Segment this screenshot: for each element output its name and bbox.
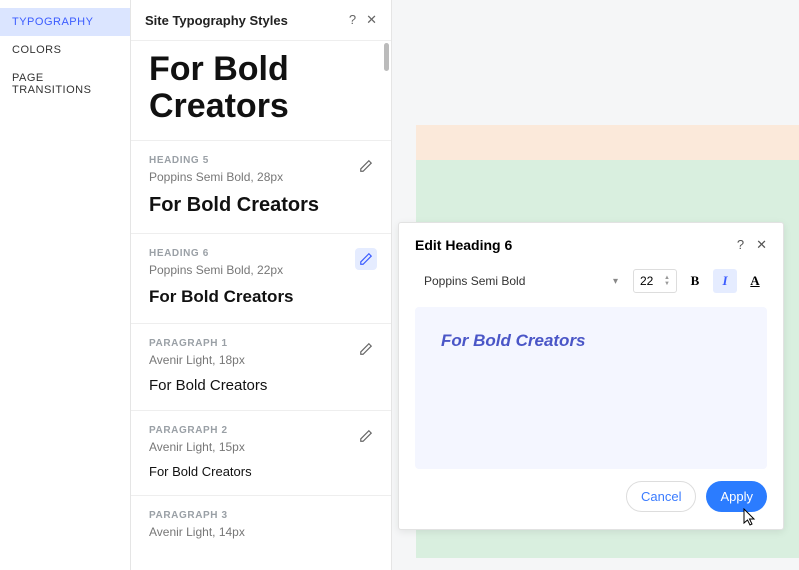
pencil-icon[interactable] (355, 248, 377, 270)
pencil-icon[interactable] (355, 155, 377, 177)
apply-button[interactable]: Apply (706, 481, 767, 512)
chevron-down-icon: ▾ (613, 276, 618, 287)
style-label: PARAGRAPH 2 (149, 425, 373, 436)
style-block-p3[interactable]: PARAGRAPH 3 Avenir Light, 14px (131, 495, 391, 555)
style-label: HEADING 5 (149, 155, 373, 166)
style-meta: Avenir Light, 18px (149, 353, 373, 367)
typography-panel: Site Typography Styles ? ✕ For Bold Crea… (130, 0, 392, 570)
italic-button[interactable]: I (713, 269, 737, 293)
style-label: HEADING 6 (149, 248, 373, 259)
style-block-p1[interactable]: PARAGRAPH 1 Avenir Light, 18px For Bold … (131, 323, 391, 410)
modal-header: Edit Heading 6 ? ✕ (399, 223, 783, 267)
size-spinner[interactable]: ▲▼ (664, 275, 670, 287)
modal-footer: Cancel Apply (399, 481, 783, 512)
pencil-icon[interactable] (355, 425, 377, 447)
close-icon[interactable]: ✕ (756, 237, 767, 253)
close-icon[interactable]: ✕ (366, 12, 377, 28)
cancel-button[interactable]: Cancel (626, 481, 696, 512)
modal-title: Edit Heading 6 (415, 237, 512, 253)
edit-heading-modal: Edit Heading 6 ? ✕ Poppins Semi Bold ▾ 2… (398, 222, 784, 530)
preview-text: For Bold Creators (441, 331, 741, 351)
panel-header: Site Typography Styles ? ✕ (131, 0, 391, 41)
sample-large: For Bold Creators (131, 41, 391, 140)
bold-button[interactable]: B (683, 269, 707, 293)
style-block-p2[interactable]: PARAGRAPH 2 Avenir Light, 15px For Bold … (131, 410, 391, 495)
style-meta: Poppins Semi Bold, 28px (149, 170, 373, 184)
font-size-input[interactable]: 22 ▲▼ (633, 269, 677, 293)
style-meta: Avenir Light, 14px (149, 525, 373, 539)
font-controls: Poppins Semi Bold ▾ 22 ▲▼ B I A (399, 267, 783, 295)
style-sample: For Bold Creators (149, 377, 373, 394)
canvas-section-1 (416, 125, 799, 160)
text-color-button[interactable]: A (743, 269, 767, 293)
pencil-icon[interactable] (355, 338, 377, 360)
panel-title: Site Typography Styles (145, 13, 288, 28)
style-sample: For Bold Creators (149, 464, 373, 479)
style-label: PARAGRAPH 1 (149, 338, 373, 349)
font-size-value: 22 (640, 274, 653, 288)
style-label: PARAGRAPH 3 (149, 510, 373, 521)
panel-body[interactable]: For Bold Creators HEADING 5 Poppins Semi… (131, 41, 391, 569)
style-sample: For Bold Creators (149, 194, 373, 217)
style-sample: For Bold Creators (149, 287, 373, 307)
style-block-h5[interactable]: HEADING 5 Poppins Semi Bold, 28px For Bo… (131, 140, 391, 233)
style-block-h6[interactable]: HEADING 6 Poppins Semi Bold, 22px For Bo… (131, 233, 391, 323)
nav-item-page-transitions[interactable]: PAGE TRANSITIONS (0, 64, 130, 104)
preview-area: For Bold Creators (415, 307, 767, 469)
nav-item-typography[interactable]: TYPOGRAPHY (0, 8, 130, 36)
font-family-select[interactable]: Poppins Semi Bold ▾ (415, 267, 627, 295)
left-nav: TYPOGRAPHY COLORS PAGE TRANSITIONS (0, 0, 130, 570)
style-meta: Avenir Light, 15px (149, 440, 373, 454)
style-meta: Poppins Semi Bold, 22px (149, 263, 373, 277)
help-icon[interactable]: ? (737, 237, 744, 253)
scrollbar-thumb[interactable] (384, 43, 389, 71)
help-icon[interactable]: ? (349, 12, 356, 28)
nav-item-colors[interactable]: COLORS (0, 36, 130, 64)
font-family-value: Poppins Semi Bold (424, 274, 525, 288)
